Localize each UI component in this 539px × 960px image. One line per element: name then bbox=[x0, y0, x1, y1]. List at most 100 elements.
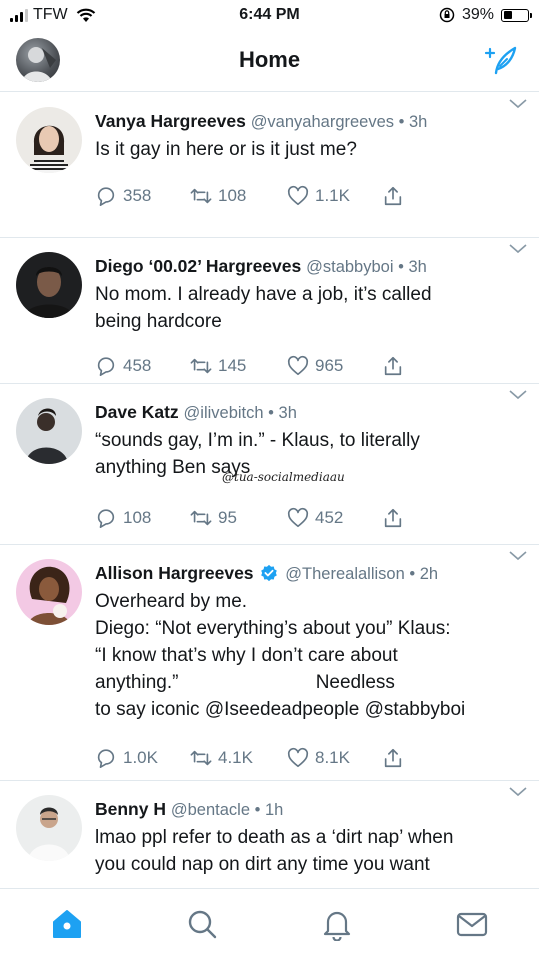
chevron-down-icon[interactable] bbox=[509, 99, 527, 109]
avatar[interactable] bbox=[16, 559, 82, 625]
author-name[interactable]: Benny H bbox=[95, 799, 166, 819]
author-handle[interactable]: @stabbyboi bbox=[306, 258, 393, 276]
watermark-text: @tua-socialmediaau bbox=[222, 470, 345, 484]
tweet[interactable]: Allison Hargreeves @Therealallison • 2h … bbox=[0, 545, 539, 781]
reply-button[interactable]: 1.0K bbox=[95, 747, 190, 769]
tab-bar bbox=[0, 888, 539, 960]
chevron-down-icon[interactable] bbox=[509, 390, 527, 400]
share-icon bbox=[384, 508, 402, 528]
reply-icon bbox=[97, 509, 115, 528]
author-name[interactable]: Allison Hargreeves bbox=[95, 563, 254, 583]
share-button[interactable] bbox=[382, 185, 404, 207]
retweet-count: 145 bbox=[218, 356, 247, 375]
notifications-icon[interactable] bbox=[320, 907, 354, 941]
tweet-header: Benny H @bentacle • 1h bbox=[95, 799, 284, 819]
share-button[interactable] bbox=[382, 747, 404, 769]
reply-count: 358 bbox=[123, 186, 152, 205]
tweet-line: Diego: “Not everything’s about you” Klau… bbox=[95, 618, 451, 639]
chevron-down-icon[interactable] bbox=[509, 787, 527, 797]
avatar[interactable] bbox=[16, 795, 82, 861]
tweet-header: Vanya Hargreeves @vanyahargreeves • 3h bbox=[95, 111, 428, 131]
author-name[interactable]: Diego ‘00.02’ Hargreeves bbox=[95, 256, 301, 276]
share-icon bbox=[384, 356, 402, 376]
tweet-line: Overheard by me. bbox=[95, 591, 248, 612]
tweet-actions: 1.0K 4.1K 8.1K bbox=[95, 731, 521, 785]
retweet-button[interactable]: 145 bbox=[190, 355, 287, 377]
status-bar: TFW 6:44 PM 39% bbox=[0, 0, 539, 32]
share-icon bbox=[384, 186, 402, 206]
tweet[interactable]: Benny H @bentacle • 1h lmao ppl refer to… bbox=[0, 781, 539, 897]
verified-badge-icon bbox=[261, 564, 278, 582]
like-button[interactable]: 965 bbox=[287, 355, 382, 377]
author-handle[interactable]: @ilivebitch bbox=[184, 404, 264, 422]
tweet-line: “sounds gay, I’m in.” - Klaus, to litera… bbox=[95, 430, 420, 451]
author-handle[interactable]: @Therealallison bbox=[285, 565, 404, 583]
page-title: Home bbox=[238, 47, 301, 72]
like-button[interactable]: 452 bbox=[287, 507, 382, 529]
tweet-text: No mom. I already have a job, it’s calle… bbox=[95, 281, 521, 335]
avatar[interactable] bbox=[16, 107, 82, 173]
chevron-down-icon[interactable] bbox=[509, 244, 527, 254]
battery-fill bbox=[503, 11, 513, 19]
status-right: 39% bbox=[439, 6, 532, 24]
retweet-button[interactable]: 95 bbox=[190, 507, 287, 529]
like-button[interactable]: 8.1K bbox=[287, 747, 382, 769]
compose-tweet-icon[interactable] bbox=[483, 42, 519, 78]
reply-button[interactable]: 358 bbox=[95, 185, 190, 207]
tweet-time: 1h bbox=[264, 801, 284, 819]
avatar[interactable] bbox=[16, 398, 82, 464]
share-button[interactable] bbox=[382, 355, 404, 377]
chevron-down-icon[interactable] bbox=[509, 551, 527, 561]
retweet-icon bbox=[190, 750, 212, 766]
tweet-header: Dave Katz @ilivebitch • 3h bbox=[95, 402, 297, 422]
avatar[interactable] bbox=[16, 252, 82, 318]
retweet-count: 4.1K bbox=[218, 748, 253, 767]
tweet-text: lmao ppl refer to death as a ‘dirt nap’ … bbox=[95, 824, 521, 878]
messages-icon[interactable] bbox=[455, 907, 489, 941]
reply-icon bbox=[97, 749, 115, 768]
tweet-line: to say iconic @Iseedeadpeople @stabbyboi bbox=[95, 699, 466, 720]
timeline-feed[interactable]: Vanya Hargreeves @vanyahargreeves • 3h I… bbox=[0, 93, 539, 897]
retweet-button[interactable]: 4.1K bbox=[190, 747, 287, 769]
reply-count: 108 bbox=[123, 508, 152, 527]
tweet[interactable]: Vanya Hargreeves @vanyahargreeves • 3h I… bbox=[0, 93, 539, 238]
reply-icon bbox=[97, 187, 115, 206]
orientation-lock-icon bbox=[439, 7, 455, 23]
tweet-text: Overheard by me. Diego: “Not everything’… bbox=[95, 588, 521, 723]
battery-icon bbox=[501, 8, 532, 22]
like-count: 452 bbox=[315, 508, 344, 527]
tweet-header: Allison Hargreeves @Therealallison • 2h bbox=[95, 563, 439, 583]
like-button[interactable]: 1.1K bbox=[287, 185, 382, 207]
reply-button[interactable]: 458 bbox=[95, 355, 190, 377]
author-name[interactable]: Vanya Hargreeves bbox=[95, 111, 246, 131]
tweet[interactable]: Dave Katz @ilivebitch • 3h “sounds gay, … bbox=[0, 384, 539, 545]
tweet-line: No mom. I already have a job, it’s calle… bbox=[95, 284, 432, 305]
author-name[interactable]: Dave Katz bbox=[95, 402, 179, 422]
tweet-time: 3h bbox=[408, 113, 428, 131]
like-count: 8.1K bbox=[315, 748, 350, 767]
search-icon[interactable] bbox=[185, 907, 219, 941]
tweet-header: Diego ‘00.02’ Hargreeves @stabbyboi • 3h bbox=[95, 256, 427, 276]
heart-icon bbox=[287, 185, 309, 206]
author-handle[interactable]: @vanyahargreeves bbox=[251, 113, 394, 131]
reply-count: 458 bbox=[123, 356, 152, 375]
tweet-line: anything.” Needless bbox=[95, 672, 395, 693]
tweet-time: 3h bbox=[408, 258, 427, 276]
home-icon[interactable] bbox=[50, 907, 84, 941]
retweet-button[interactable]: 108 bbox=[190, 185, 287, 207]
share-button[interactable] bbox=[382, 507, 404, 529]
reply-count: 1.0K bbox=[123, 748, 158, 767]
retweet-icon bbox=[190, 188, 212, 204]
tweet-actions: 108 95 452 bbox=[95, 491, 521, 545]
tweet-line: lmao ppl refer to death as a ‘dirt nap’ … bbox=[95, 827, 454, 848]
reply-button[interactable]: 108 bbox=[95, 507, 190, 529]
retweet-icon bbox=[190, 358, 212, 374]
retweet-icon bbox=[190, 510, 212, 526]
tweet-time: 3h bbox=[278, 404, 297, 422]
tweet[interactable]: Diego ‘00.02’ Hargreeves @stabbyboi • 3h… bbox=[0, 238, 539, 384]
like-count: 1.1K bbox=[315, 186, 350, 205]
share-icon bbox=[384, 748, 402, 768]
heart-icon bbox=[287, 747, 309, 768]
reply-icon bbox=[97, 357, 115, 376]
author-handle[interactable]: @bentacle bbox=[171, 801, 250, 819]
